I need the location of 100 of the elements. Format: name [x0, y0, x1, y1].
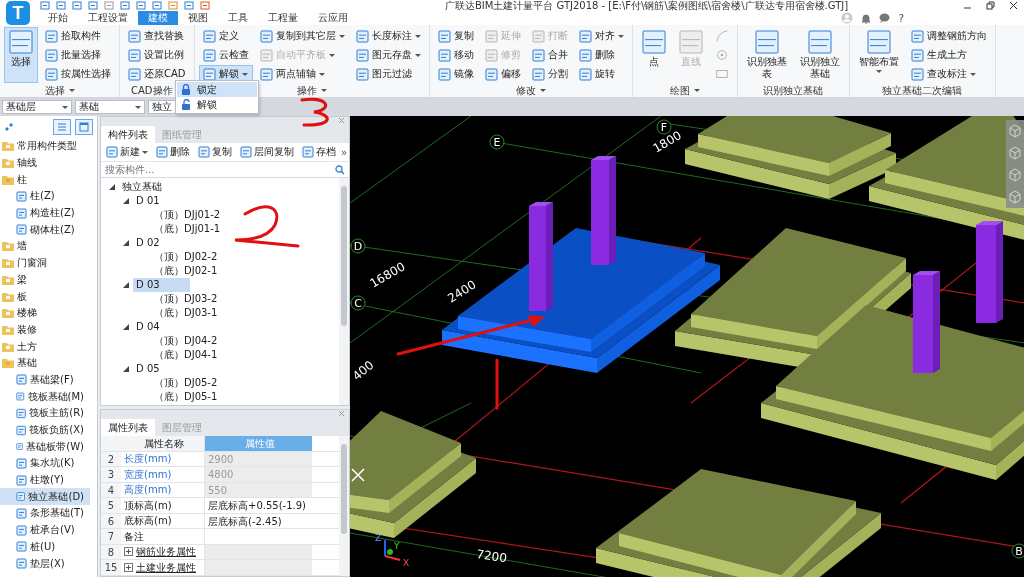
- cube-icon[interactable]: [1008, 190, 1022, 204]
- ribbon-tab[interactable]: 视图: [178, 11, 218, 25]
- ribbon-button[interactable]: 设置比例: [124, 46, 190, 64]
- group-menu-button[interactable]: 识别独立基础: [759, 84, 828, 97]
- ribbon-button[interactable]: 定义: [198, 27, 253, 45]
- tree-item[interactable]: D 02: [133, 236, 163, 250]
- tree-item[interactable]: 条形基础(T): [0, 505, 90, 522]
- ribbon-button[interactable]: 分割: [527, 65, 572, 83]
- tree-item[interactable]: 楼梯: [0, 304, 90, 322]
- group-menu-button[interactable]: 操作: [292, 84, 331, 97]
- tree-item[interactable]: 桩(U): [0, 538, 90, 556]
- panel-view-button[interactable]: [75, 119, 93, 135]
- property-value[interactable]: 层底标高(-2.45): [204, 513, 312, 528]
- ribbon-button[interactable]: 偏移: [480, 65, 525, 83]
- ribbon-button[interactable]: 对齐: [574, 27, 628, 45]
- expand-toggle-icon[interactable]: [123, 240, 129, 246]
- group-menu-button[interactable]: 修改: [511, 84, 550, 97]
- scrollbar-thumb[interactable]: [341, 444, 347, 534]
- tree-item[interactable]: 柱墩(Y): [0, 471, 90, 489]
- ribbon-button[interactable]: 查找替换: [124, 27, 190, 45]
- ribbon-tab[interactable]: 工具: [218, 11, 258, 25]
- expand-toggle-icon[interactable]: [123, 366, 129, 372]
- ribbon-button[interactable]: 旋转: [574, 65, 628, 83]
- ribbon-button[interactable]: 识别独立基础: [794, 27, 845, 83]
- menu-item[interactable]: 锁定: [177, 82, 257, 97]
- tree-item[interactable]: 轴线: [0, 154, 90, 172]
- ribbon-button[interactable]: 图元存盘: [351, 46, 425, 64]
- ribbon-button[interactable]: 智能布置: [853, 27, 904, 83]
- tree-item[interactable]: 梁: [0, 271, 90, 289]
- tree-item[interactable]: D 03: [133, 278, 190, 292]
- help-button[interactable]: ?: [898, 11, 904, 25]
- ribbon-button[interactable]: 选择: [4, 27, 38, 83]
- toolbar-button[interactable]: 删除: [153, 145, 193, 159]
- tree-item[interactable]: （底）DJ04-1: [151, 348, 221, 362]
- scrollbar-thumb[interactable]: [341, 186, 347, 326]
- toolbar-icon[interactable]: [136, 1, 146, 10]
- ribbon-button[interactable]: 复制到其它层: [255, 27, 349, 45]
- tree-item[interactable]: 柱(Z): [0, 188, 90, 205]
- toolbar-button[interactable]: 新建: [103, 145, 151, 159]
- expand-toggle-icon[interactable]: [123, 324, 129, 330]
- property-value[interactable]: 层底标高+0.55(-1.9): [204, 498, 312, 513]
- tree-item[interactable]: 构造柱(Z): [0, 204, 90, 222]
- more-button[interactable]: »: [341, 146, 348, 158]
- ribbon-button[interactable]: 调整钢筋方向: [906, 27, 991, 45]
- tree-item[interactable]: （顶）DJj01-2: [151, 208, 224, 222]
- tree-item[interactable]: 基础梁(F): [0, 371, 90, 389]
- tree-item[interactable]: 墙: [0, 238, 90, 255]
- tree-item[interactable]: 桩承台(V): [0, 521, 90, 539]
- tree-item[interactable]: （底）DJ03-1: [151, 306, 221, 320]
- dropdown-field[interactable]: 基础: [75, 100, 145, 114]
- tree-item[interactable]: 筏板基础(M): [0, 388, 90, 405]
- toolbar-icon[interactable]: [72, 1, 82, 10]
- expand-toggle-icon[interactable]: [109, 184, 115, 190]
- ribbon-button[interactable]: 生成土方: [906, 46, 991, 64]
- tree-item[interactable]: （底）DJ05-1: [151, 390, 221, 404]
- toolbar-icon[interactable]: [200, 1, 210, 10]
- expand-toggle-icon[interactable]: [123, 282, 129, 288]
- tree-item[interactable]: （底）DJ02-1: [151, 264, 221, 278]
- toolbar-button[interactable]: 复制: [195, 145, 235, 159]
- tree-item[interactable]: D 05: [133, 362, 163, 376]
- ribbon-tab[interactable]: 工程设置: [78, 11, 138, 25]
- ribbon-button[interactable]: 按属性选择: [41, 65, 115, 83]
- tree-item[interactable]: 土方: [0, 338, 90, 355]
- toolbar-icon[interactable]: [152, 1, 162, 10]
- tree-item[interactable]: 装修: [0, 321, 90, 339]
- panel-tab[interactable]: 构件列表: [101, 126, 155, 143]
- group-menu-button[interactable]: 选择: [40, 84, 79, 97]
- toolbar-icon[interactable]: [184, 1, 194, 10]
- ribbon-button[interactable]: 合并: [527, 46, 572, 64]
- ribbon-button[interactable]: 拾取构件: [41, 27, 115, 45]
- ribbon-button[interactable]: 两点辅轴: [255, 65, 349, 83]
- expand-toggle-icon[interactable]: [123, 198, 129, 204]
- ribbon-tab[interactable]: 建模: [138, 11, 178, 25]
- tree-item[interactable]: （顶）DJ04-2: [151, 334, 221, 348]
- tree-item[interactable]: D 01: [133, 194, 163, 208]
- toolbar-icon[interactable]: [88, 1, 98, 10]
- tree-item[interactable]: 板: [0, 288, 90, 305]
- tree-item[interactable]: （顶）DJ05-2: [151, 376, 221, 390]
- panel-tab[interactable]: 属性列表: [101, 419, 155, 436]
- toolbar-button[interactable]: 存档: [299, 145, 339, 159]
- toolbar-button[interactable]: 层间复制: [237, 145, 297, 159]
- restore-icon[interactable]: [986, 1, 995, 10]
- ribbon-button[interactable]: 复制: [433, 27, 478, 45]
- dropdown-field[interactable]: 基础层: [2, 100, 72, 114]
- toolbar-icon[interactable]: [40, 1, 50, 10]
- tree-item[interactable]: （顶）DJ02-2: [151, 250, 221, 264]
- expand-icon[interactable]: [124, 547, 133, 557]
- ribbon-button[interactable]: 长度标注: [351, 27, 425, 45]
- tree-item[interactable]: 独立基础(D): [0, 488, 90, 506]
- tree-item[interactable]: 筏板主筋(R): [0, 405, 90, 422]
- close-icon[interactable]: [1009, 1, 1018, 10]
- tree-item[interactable]: 柱: [0, 171, 90, 189]
- tree-item[interactable]: 基础: [0, 354, 90, 372]
- ribbon-tab[interactable]: 云应用: [308, 11, 358, 25]
- ribbon-button[interactable]: 图元过滤: [351, 65, 425, 83]
- tree-item[interactable]: 基础板带(W): [0, 438, 90, 456]
- tree-item[interactable]: 门窗洞: [0, 254, 90, 272]
- ribbon-button[interactable]: 识别独基表: [741, 27, 792, 83]
- tree-item[interactable]: 砌体柱(Z): [0, 221, 90, 239]
- tree-item[interactable]: （顶）DJ03-2: [151, 292, 221, 306]
